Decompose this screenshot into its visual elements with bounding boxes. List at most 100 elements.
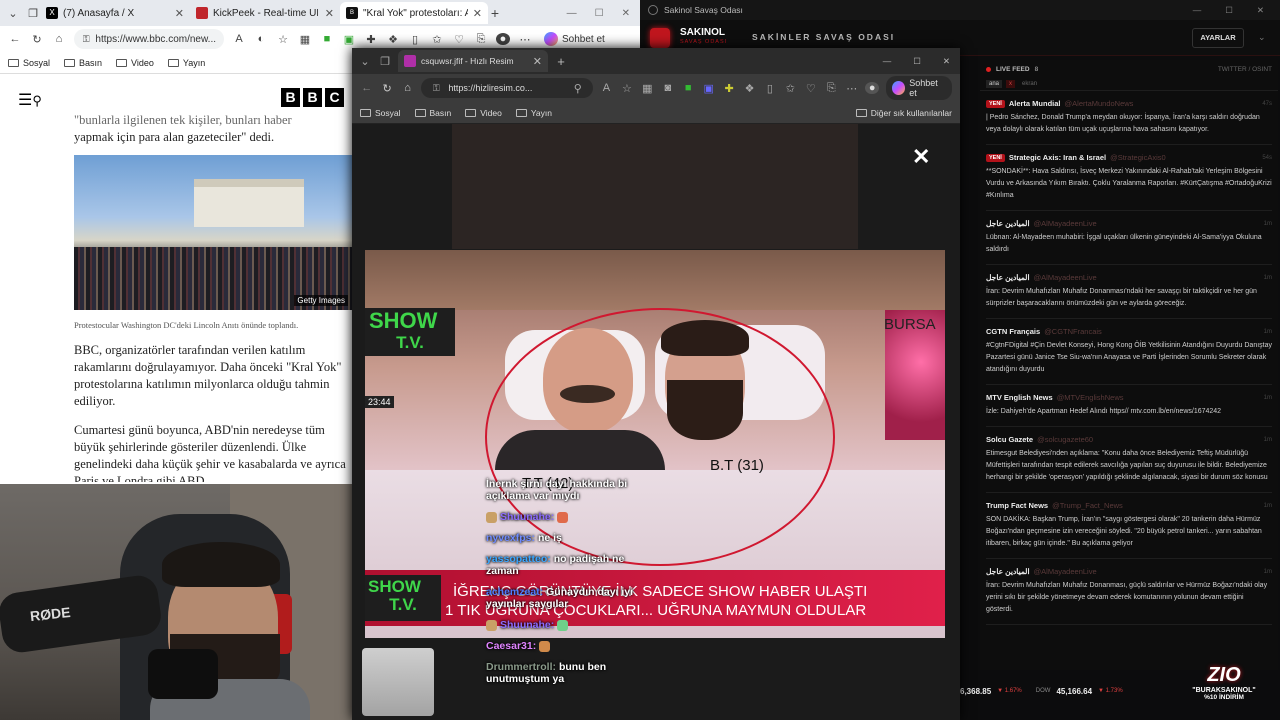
ext-4-icon[interactable]: ✚: [364, 33, 378, 46]
bookmark-video[interactable]: Video: [116, 58, 154, 68]
bookmark-sosyal[interactable]: Sosyal: [8, 58, 50, 68]
close-icon[interactable]: ✕: [325, 7, 334, 20]
new-tab-icon[interactable]: +: [554, 54, 568, 69]
ext-3-icon[interactable]: ■: [681, 82, 694, 94]
new-tab-icon[interactable]: +: [488, 5, 502, 21]
tab-list-icon[interactable]: ⌄: [358, 55, 372, 68]
filter-tab[interactable]: ana: [986, 80, 1003, 88]
profile-avatar[interactable]: ●: [865, 82, 879, 94]
ext-1-icon[interactable]: ▦: [641, 82, 654, 95]
settings-button[interactable]: AYARLAR: [1192, 28, 1244, 48]
feed-item[interactable]: YENİ Strategic Axis: Iran & Israel @Strate…: [986, 145, 1272, 211]
home-icon[interactable]: ⌂: [401, 82, 414, 94]
chat-username[interactable]: nyvexfps:: [486, 532, 535, 544]
close-window-icon[interactable]: ✕: [622, 8, 630, 19]
minimize-icon[interactable]: —: [883, 56, 892, 67]
maximize-icon[interactable]: ☐: [1225, 5, 1233, 16]
home-icon[interactable]: ⌂: [52, 33, 66, 45]
minimize-icon[interactable]: —: [1193, 5, 1202, 16]
bookmark-yayin[interactable]: Yayın: [167, 58, 205, 68]
url-field[interactable]: ⚿ https://www.bbc.com/new...: [74, 29, 224, 49]
feed-item[interactable]: MTV English News @MTVEnglishNews 1m İzle: D…: [986, 385, 1272, 427]
bookmark-other[interactable]: Diğer sık kullanılanlar: [855, 108, 952, 118]
copilot-button[interactable]: Sohbet et: [885, 76, 953, 100]
chat-username[interactable]: Caesar31:: [486, 640, 536, 652]
back-icon[interactable]: ←: [360, 82, 373, 94]
bbc-logo-letter: C: [325, 88, 344, 107]
maximize-icon[interactable]: ☐: [913, 56, 921, 67]
favorite-star-icon[interactable]: ☆: [620, 82, 633, 95]
close-icon[interactable]: ✕: [473, 7, 482, 20]
ext-3-icon[interactable]: ▣: [342, 33, 356, 46]
tab-x[interactable]: X (7) Anasayfa / X ✕: [40, 2, 190, 24]
screenshot-icon[interactable]: ⎘: [825, 82, 838, 95]
filter-tab[interactable]: ekran: [1019, 80, 1040, 88]
ext-2-icon[interactable]: ■: [320, 33, 334, 45]
feed-item[interactable]: الميادين عاجل @AlMayadeenLive 1m İran: Devr…: [986, 265, 1272, 319]
menu-search-icon[interactable]: ☰⚲: [18, 90, 42, 110]
feed-item[interactable]: YENİ Alerta Mundial @AlertaMundoNews 47s | P…: [986, 91, 1272, 145]
browser-essentials-icon[interactable]: ♡: [804, 82, 817, 95]
chat-username[interactable]: Drummertroll:: [486, 661, 556, 673]
ext-1-icon[interactable]: ▦: [298, 33, 312, 46]
maximize-icon[interactable]: ☐: [595, 8, 604, 19]
back-icon[interactable]: ←: [8, 33, 22, 45]
split-screen-icon[interactable]: ▯: [763, 82, 776, 95]
extension-icon[interactable]: ◐: [254, 33, 268, 45]
ext-2-icon[interactable]: ◙: [661, 82, 674, 94]
more-icon[interactable]: ⋯: [845, 82, 858, 95]
bookmark-basin[interactable]: Basın: [64, 58, 102, 68]
refresh-icon[interactable]: ↻: [380, 82, 393, 95]
feed-item[interactable]: الميادين عاجل @AlMayadeenLive 1m İran: Devr…: [986, 559, 1272, 625]
tab-list-icon[interactable]: ⌄: [0, 7, 26, 20]
profile-avatar[interactable]: ●: [496, 33, 510, 45]
folder-icon: [414, 108, 426, 117]
favorite-star-icon[interactable]: ☆: [276, 33, 290, 46]
refresh-icon[interactable]: ↻: [30, 33, 44, 46]
workspaces-icon[interactable]: ❐: [26, 7, 40, 20]
tab-bbc[interactable]: B "Kral Yok" protestoları: ABD ge ✕: [340, 2, 488, 24]
feed-item[interactable]: Solcu Gazete @solcugazete60 1m Etimesgut Be…: [986, 427, 1272, 493]
bookmark-basin[interactable]: Basın: [414, 107, 452, 118]
close-window-icon[interactable]: ✕: [943, 56, 950, 67]
feed-source: CGTN Français: [986, 327, 1041, 336]
tab-label: (7) Anasayfa / X: [63, 7, 135, 19]
bookmark-yayin[interactable]: Yayın: [515, 108, 552, 118]
bookmark-label: Basın: [429, 107, 452, 118]
bbc-logo[interactable]: B B C: [281, 88, 344, 107]
ext-6-icon[interactable]: ❖: [743, 82, 756, 95]
read-aloud-icon[interactable]: A: [232, 33, 246, 45]
split-screen-icon[interactable]: ▯: [408, 33, 422, 46]
chat-username[interactable]: Shuunahe:: [500, 511, 554, 523]
minimize-icon[interactable]: —: [567, 8, 577, 19]
close-icon[interactable]: ✕: [175, 7, 184, 20]
ext-4-icon[interactable]: ▣: [702, 82, 715, 95]
chat-username[interactable]: achemzeat:: [486, 586, 543, 598]
chat-username[interactable]: yassopatteo:: [486, 553, 551, 565]
collections-icon[interactable]: ✩: [430, 33, 444, 46]
close-window-icon[interactable]: ✕: [1257, 5, 1264, 16]
collections-icon[interactable]: ✩: [784, 82, 797, 95]
url-field[interactable]: ⚿ https://hizliresim.co... ⚲: [421, 78, 593, 98]
screenshot-icon[interactable]: ⎘: [474, 33, 488, 46]
copilot-button[interactable]: Sohbet et: [544, 32, 605, 46]
close-lightbox-icon[interactable]: ✕: [912, 144, 930, 170]
tab-hizliresim[interactable]: csquwsr.jfif - Hızlı Resim ✕: [398, 50, 548, 72]
close-icon[interactable]: ✕: [533, 55, 542, 68]
more-icon[interactable]: ⋯: [518, 33, 532, 46]
chat-username[interactable]: Shuunahe:: [500, 619, 554, 631]
workspaces-icon[interactable]: ❐: [378, 55, 392, 68]
chevron-down-icon[interactable]: ⌄: [1258, 32, 1266, 43]
tab-kickpeek[interactable]: KickPeek - Real-time URL Crawl ✕: [190, 2, 340, 24]
ext-5-icon[interactable]: ✚: [722, 82, 735, 95]
browser-essentials-icon[interactable]: ♡: [452, 33, 466, 46]
feed-item[interactable]: Trump Fact News @Trump_Fact_News 1m SON DAK…: [986, 493, 1272, 559]
bookmark-sosyal[interactable]: Sosyal: [360, 108, 401, 118]
ext-5-icon[interactable]: ❖: [386, 33, 400, 46]
feed-item[interactable]: الميادين عاجل @AlMayadeenLive 1m Lübnan: Al…: [986, 211, 1272, 265]
feed-item[interactable]: CGTN Français @CGTNFrancais 1m #CgtnFDigita…: [986, 319, 1272, 385]
read-aloud-icon[interactable]: A: [600, 82, 613, 94]
zoom-icon[interactable]: ⚲: [571, 82, 585, 95]
bookmark-video[interactable]: Video: [465, 108, 502, 118]
filter-tab[interactable]: x: [1006, 80, 1016, 88]
